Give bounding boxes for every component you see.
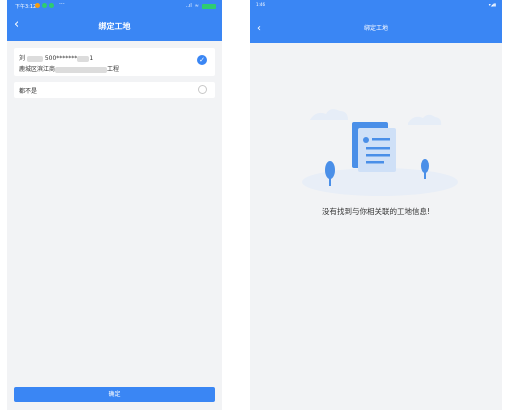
owner-name: 刘 (19, 55, 26, 62)
page-title: 绑定工地 (363, 25, 388, 32)
right-phone-screen: 1:46 ▾◢▮ ‹ 绑定工地 没有找到与你相关联的工地信息! (250, 0, 502, 410)
redacted-block (77, 55, 90, 62)
signal-icon: ..ıl (185, 3, 192, 9)
none-option-label: 都不是 (19, 88, 38, 95)
status-time: 下午3:12 (15, 4, 37, 10)
site-address: 鹿城区滨江商 (19, 66, 56, 73)
status-time: 1:46 (256, 2, 265, 7)
notification-icons (35, 3, 54, 8)
notification-icon (42, 3, 47, 8)
status-right: ..ıl ≈ (186, 3, 216, 9)
empty-state-message: 没有找到与你相关联的工地信息! (321, 207, 430, 216)
empty-state-illustration (302, 109, 458, 196)
radio-icon[interactable] (198, 85, 207, 94)
confirm-button[interactable]: 确定 (14, 387, 215, 402)
status-icons: ▾◢▮ (488, 2, 496, 7)
site-owner-line: 刘 500******* 1 (19, 53, 93, 62)
nav-bar: ‹ 绑定工地 (250, 10, 502, 43)
site-option[interactable]: 刘 500******* 1 鹿城区滨江商 工程 ✓ (14, 48, 215, 76)
notification-icon (35, 3, 40, 8)
status-bar: 下午3:12 ··· ..ıl ≈ (7, 0, 222, 13)
cloud-icon (408, 114, 442, 125)
page-title: 绑定工地 (98, 22, 131, 31)
battery-icon (202, 3, 216, 9)
site-address-line: 鹿城区滨江商 工程 (19, 64, 119, 73)
wifi-icon: ≈ (194, 3, 199, 9)
site-address-suffix: 工程 (107, 66, 120, 73)
none-option[interactable]: 都不是 (14, 82, 215, 98)
left-phone-screen: 下午3:12 ··· ..ıl ≈ ‹ 绑定工地 刘 500******* 1 鹿… (7, 0, 222, 410)
document-front (358, 128, 396, 172)
tree-icon (421, 159, 429, 173)
owner-phone: 500******* (44, 55, 78, 62)
redacted-block (26, 55, 43, 62)
notification-icon (49, 3, 54, 8)
nav-bar: ‹ 绑定工地 (7, 13, 222, 41)
owner-phone-suffix: 1 (89, 55, 94, 62)
cloud-icon (310, 109, 348, 120)
status-bar: 1:46 ▾◢▮ (250, 0, 502, 10)
status-ellipsis: ··· (59, 1, 65, 8)
checkmark-icon[interactable]: ✓ (197, 55, 207, 65)
redacted-block (55, 66, 108, 73)
